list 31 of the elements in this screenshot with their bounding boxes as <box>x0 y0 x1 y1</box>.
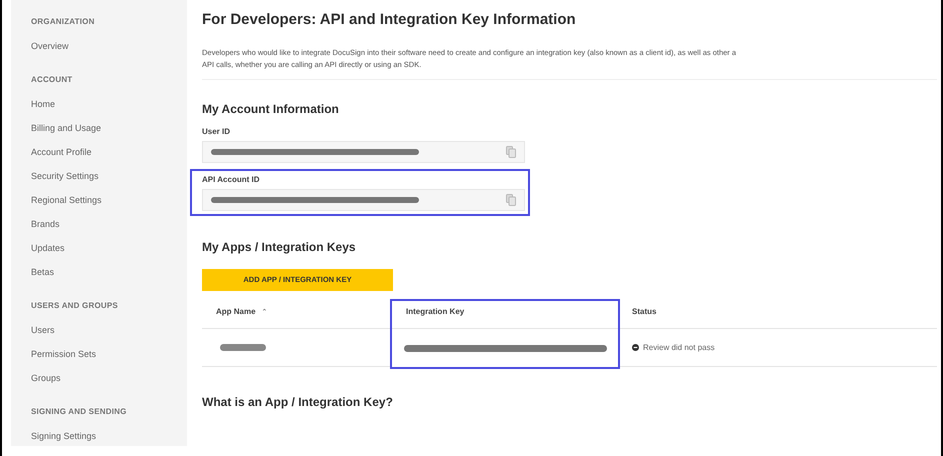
minus-circle-icon <box>632 344 639 351</box>
sidebar-heading: SIGNING AND SENDING <box>31 406 128 418</box>
section-heading: What is an App / Integration Key? <box>202 394 394 411</box>
column-header[interactable]: App Name <box>216 306 256 318</box>
sidebar-item[interactable]: Updates <box>31 236 187 260</box>
sidebar-item[interactable]: Account Profile <box>31 140 187 164</box>
section-heading: My Apps / Integration Keys <box>202 239 357 256</box>
field-label: API Account ID <box>202 174 260 186</box>
id-field[interactable] <box>202 189 525 211</box>
sidebar-item[interactable]: Home <box>31 92 187 116</box>
sidebar-item[interactable]: Overview <box>31 34 187 58</box>
sidebar-item[interactable]: Permission Sets <box>31 342 187 366</box>
sidebar-heading: ORGANIZATION <box>31 16 96 28</box>
sidebar-item[interactable]: Brands <box>31 212 187 236</box>
field-label: User ID <box>202 126 232 138</box>
sidebar-item[interactable]: Billing and Usage <box>31 116 187 140</box>
sidebar-item[interactable]: Groups <box>31 366 187 390</box>
redaction-bar <box>220 344 266 351</box>
section-heading: My Account Information <box>202 101 340 118</box>
sidebar-item[interactable]: Betas <box>31 260 187 284</box>
column-header[interactable]: Status <box>632 306 656 318</box>
page-title: For Developers: API and Integration Key Information <box>202 10 577 30</box>
sidebar-heading: USERS AND GROUPS <box>31 300 119 312</box>
sidebar-item[interactable]: Users <box>31 318 187 342</box>
sidebar-heading: ACCOUNT <box>31 74 74 86</box>
column-header[interactable]: Integration Key <box>406 306 464 318</box>
sidebar-item[interactable]: Regional Settings <box>31 188 187 212</box>
id-field[interactable] <box>202 141 525 163</box>
sidebar-item[interactable]: Signing Settings <box>31 424 187 448</box>
sidebar-item[interactable]: Security Settings <box>31 164 187 188</box>
status-text: Review did not pass <box>643 342 715 354</box>
